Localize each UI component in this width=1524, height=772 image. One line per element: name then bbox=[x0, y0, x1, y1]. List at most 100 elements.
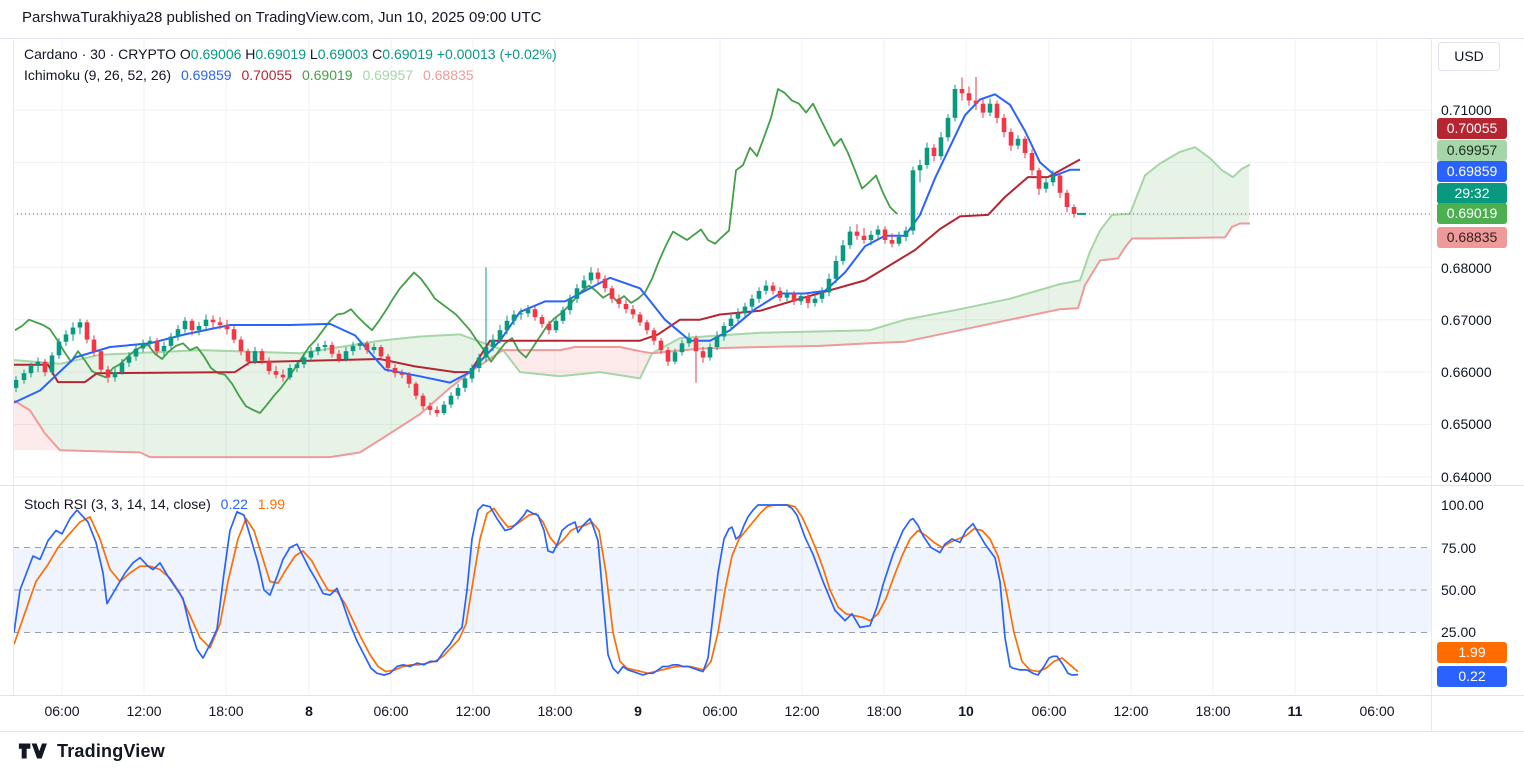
ichimoku-plot-value: 0.69859 bbox=[180, 67, 232, 83]
candle-body bbox=[182, 320, 188, 330]
candle-body bbox=[931, 147, 937, 157]
candle-body bbox=[1015, 138, 1021, 146]
candle-body bbox=[252, 351, 258, 362]
candle-body bbox=[63, 334, 69, 342]
candle-body bbox=[126, 356, 132, 363]
pane-left-border bbox=[13, 38, 14, 695]
candle-body bbox=[84, 322, 90, 340]
price-axis-label: 0.66000 bbox=[1441, 364, 1492, 380]
candle-body bbox=[231, 329, 237, 340]
candle-body bbox=[1022, 138, 1028, 153]
candle-body bbox=[1036, 170, 1042, 189]
candle-body bbox=[476, 357, 482, 368]
candle-body bbox=[189, 320, 195, 331]
price-badge: 0.69957 bbox=[1437, 139, 1507, 161]
time-axis-label: 18:00 bbox=[1195, 703, 1231, 719]
price-badge: 0.22 bbox=[1437, 665, 1507, 687]
candle-body bbox=[630, 309, 636, 315]
candle-body bbox=[602, 278, 608, 289]
pane-divider[interactable] bbox=[0, 485, 1524, 486]
price-badge: 29:32 bbox=[1437, 182, 1507, 204]
time-axis-label: 12:00 bbox=[455, 703, 491, 719]
candle-body bbox=[756, 290, 762, 299]
ohlc-key: C bbox=[368, 46, 383, 62]
candle-body bbox=[749, 298, 755, 307]
stoch-rsi-legend[interactable]: Stoch RSI (3, 3, 14, 14, close) 0.22 1.9… bbox=[24, 496, 285, 512]
candle-body bbox=[833, 261, 839, 279]
candle-body bbox=[945, 117, 951, 138]
symbol-legend[interactable]: Cardano · 30 · CRYPTO O0.69006 H0.69019 … bbox=[24, 44, 557, 86]
stoch-rsi-value: 1.99 bbox=[253, 496, 286, 512]
ichimoku-cloud-bull bbox=[652, 147, 1249, 354]
time-axis-label: 12:00 bbox=[784, 703, 820, 719]
candle-body bbox=[721, 326, 727, 337]
candle-body bbox=[77, 322, 83, 328]
candle-body bbox=[588, 272, 594, 281]
time-axis-label: 10 bbox=[958, 703, 974, 719]
candle-body bbox=[42, 361, 48, 373]
time-axis[interactable]: 06:00 12:00 18:00 8 06:00 12:00 18:00 9 06:00 12:… bbox=[0, 695, 1432, 731]
candle-body bbox=[686, 338, 692, 344]
price-axis-label: 0.67000 bbox=[1441, 312, 1492, 328]
candle-body bbox=[994, 103, 1000, 118]
candle-body bbox=[714, 336, 720, 347]
candle-body bbox=[70, 327, 76, 335]
candle-body bbox=[420, 395, 426, 407]
candle-body bbox=[224, 325, 230, 330]
candle-body bbox=[525, 309, 531, 314]
candle-body bbox=[266, 360, 272, 372]
ichimoku-values: 0.69859 0.70055 0.69019 0.69957 0.68835 bbox=[175, 67, 474, 83]
price-chart-canvas[interactable] bbox=[0, 38, 1432, 695]
price-axis-label: 0.65000 bbox=[1441, 416, 1492, 432]
candle-body bbox=[441, 404, 447, 414]
senkou-a-line bbox=[13, 146, 1251, 380]
candle-body bbox=[840, 245, 846, 261]
candle-body bbox=[987, 103, 993, 113]
candle-body bbox=[651, 330, 657, 341]
candle-body bbox=[497, 330, 503, 340]
candle-body bbox=[301, 357, 307, 365]
price-axis-label: 75.00 bbox=[1441, 540, 1477, 556]
candle-body bbox=[861, 235, 867, 240]
candle-body bbox=[980, 103, 986, 113]
ichimoku-plot-value: 0.68835 bbox=[419, 67, 474, 83]
candle-body bbox=[455, 387, 461, 396]
candle-body bbox=[910, 170, 916, 231]
candle-body bbox=[1050, 175, 1056, 183]
stoch-rsi-values: 0.22 1.99 bbox=[215, 496, 285, 512]
price-badge: 0.69859 bbox=[1437, 160, 1507, 182]
candle-body bbox=[777, 290, 783, 298]
price-badge: 0.68835 bbox=[1437, 226, 1507, 248]
tradingview-branding[interactable]: TradingView bbox=[18, 738, 165, 764]
stoch-rsi-indicator-label[interactable]: Stoch RSI (3, 3, 14, 14, close) bbox=[24, 496, 211, 512]
candle-body bbox=[1064, 192, 1070, 207]
candle-body bbox=[56, 341, 62, 356]
price-axis[interactable]: USD 0.71000 0.68000 0.67000 0.66000 0.65000 0… bbox=[1432, 38, 1524, 695]
candle-body bbox=[91, 339, 97, 352]
ichimoku-indicator-label[interactable]: Ichimoku (9, 26, 52, 26) bbox=[24, 67, 171, 83]
time-axis-label: 06:00 bbox=[1031, 703, 1067, 719]
brand-name: TradingView bbox=[57, 740, 165, 761]
candle-body bbox=[490, 339, 496, 347]
candle-body bbox=[280, 374, 286, 378]
candle-body bbox=[462, 378, 468, 388]
currency-toggle-button[interactable]: USD bbox=[1438, 42, 1500, 71]
published-attribution-text: ParshwaTurakhiya28 published on TradingV… bbox=[22, 9, 542, 26]
candle-body bbox=[119, 362, 125, 373]
candle-body bbox=[1057, 175, 1063, 193]
tradingview-logo-icon bbox=[18, 743, 47, 759]
candle-body bbox=[826, 278, 832, 293]
stoch-rsi-value: 0.22 bbox=[220, 496, 248, 512]
candle-body bbox=[847, 231, 853, 246]
time-axis-label: 18:00 bbox=[866, 703, 902, 719]
candle-body bbox=[889, 240, 895, 244]
price-axis-label: 0.68000 bbox=[1441, 260, 1492, 276]
candle-body bbox=[161, 345, 167, 352]
price-badge: 0.70055 bbox=[1437, 117, 1507, 139]
symbol-title[interactable]: Cardano · 30 · CRYPTO bbox=[24, 46, 176, 62]
candle-body bbox=[665, 350, 671, 362]
candle-body bbox=[882, 229, 888, 240]
candle-body bbox=[637, 314, 643, 323]
time-axis-label: 8 bbox=[305, 703, 313, 719]
change-value: +0.00013 (+0.02%) bbox=[436, 46, 557, 62]
